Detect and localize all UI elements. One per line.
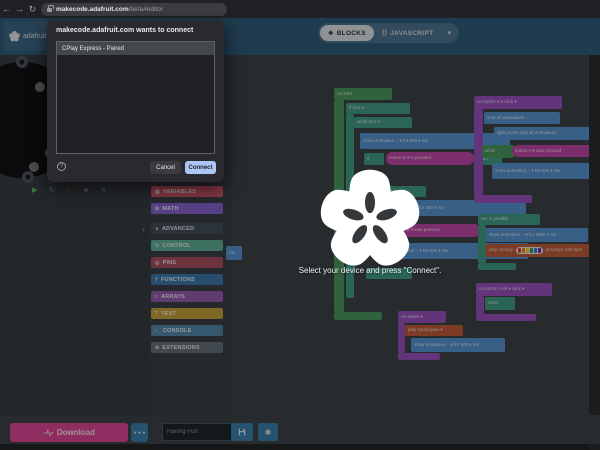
address-bar[interactable]: makecode.adafruit.com /beta#editor [41, 3, 227, 16]
forward-icon[interactable]: → [13, 0, 26, 18]
back-icon[interactable]: ← [0, 0, 13, 18]
connect-instruction-text: Select your device and press "Connect". [240, 266, 500, 275]
reload-icon[interactable]: ↻ [26, 0, 39, 18]
cancel-button[interactable]: Cancel [150, 161, 181, 174]
lock-icon[interactable] [47, 8, 52, 12]
dialog-title: makecode.adafruit.com wants to connect [56, 27, 216, 34]
device-picker-dialog: makecode.adafruit.com wants to connect C… [47, 20, 224, 182]
url-path: /beta#editor [129, 6, 163, 13]
device-list-item[interactable]: CPlay Express - Paired [57, 42, 214, 55]
help-icon[interactable]: ? [57, 162, 66, 171]
browser-toolbar: ← → ↻ makecode.adafruit.com /beta#editor [0, 0, 600, 18]
connect-button[interactable]: Connect [185, 161, 216, 174]
url-host: makecode.adafruit.com [56, 6, 129, 13]
device-list: CPlay Express - Paired [56, 41, 215, 154]
app-window: adafruit ❖BLOCKS{}JAVASCRIPT▾ ▶↻▫◄✕ [0, 0, 600, 450]
